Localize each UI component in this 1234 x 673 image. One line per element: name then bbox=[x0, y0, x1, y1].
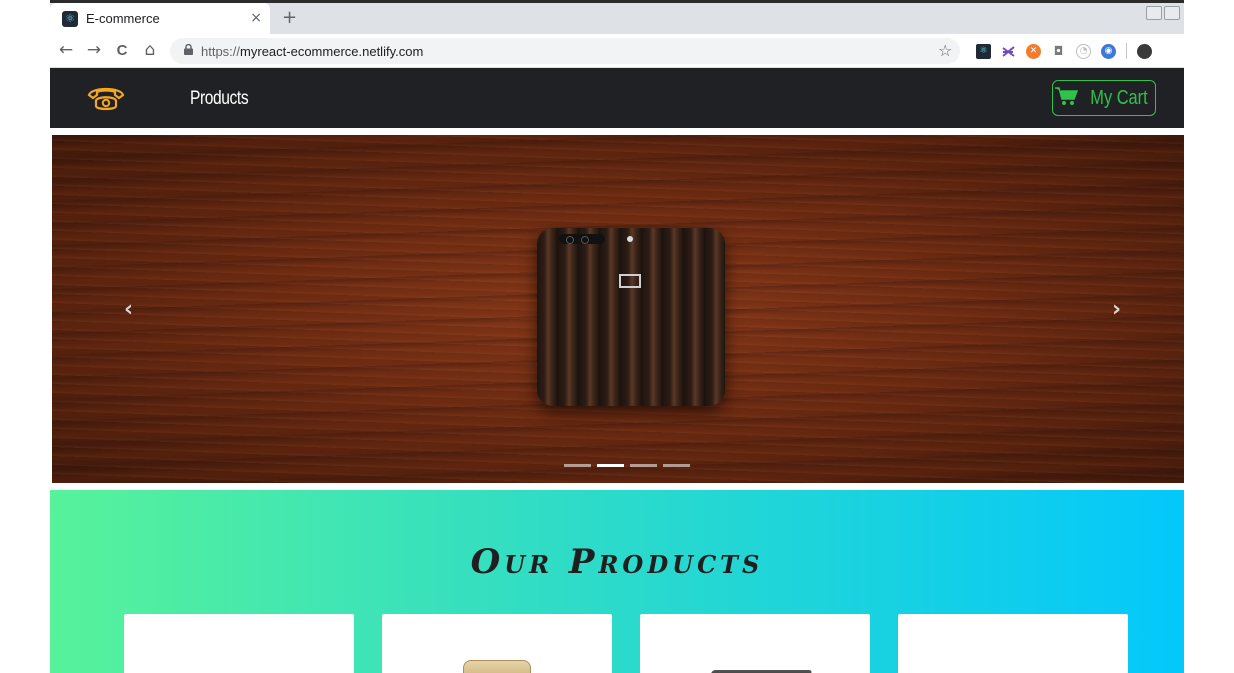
carousel-indicator[interactable] bbox=[630, 464, 657, 467]
tab-strip: ⚛ E-commerce × + bbox=[50, 3, 1184, 34]
browser-window: ⚛ E-commerce × + ← → C ⌂ https://myreact… bbox=[50, 0, 1184, 673]
tab-title: E-commerce bbox=[86, 11, 160, 26]
extensions-bar: ⚛ ✕ ◘ ◔ ◉ bbox=[976, 43, 1152, 59]
extension-orange-icon[interactable]: ✕ bbox=[1026, 43, 1041, 59]
cart-label: My Cart bbox=[1090, 86, 1148, 109]
phone-camera bbox=[559, 234, 605, 244]
reload-icon[interactable]: C bbox=[112, 42, 132, 59]
url-host: myreact-ecommerce.netlify.com bbox=[240, 43, 424, 59]
cart-icon bbox=[1054, 86, 1079, 110]
oneplus-logo-icon bbox=[619, 274, 641, 288]
carousel-indicator[interactable] bbox=[663, 464, 690, 467]
product-card[interactable] bbox=[640, 614, 870, 673]
hero-carousel[interactable]: ‹ › bbox=[52, 135, 1184, 483]
window-controls bbox=[1146, 6, 1180, 20]
react-devtools-icon[interactable]: ⚛ bbox=[976, 43, 991, 59]
browser-tab[interactable]: ⚛ E-commerce × bbox=[50, 3, 270, 34]
profile-avatar[interactable] bbox=[1137, 43, 1152, 59]
address-bar[interactable]: https://myreact-ecommerce.netlify.com bbox=[170, 38, 960, 64]
extension-clock-icon[interactable]: ◔ bbox=[1076, 43, 1091, 59]
my-cart-button[interactable]: My Cart bbox=[1052, 80, 1156, 116]
url-text: https://myreact-ecommerce.netlify.com bbox=[201, 44, 423, 59]
back-icon[interactable]: ← bbox=[56, 40, 76, 60]
carousel-slide-image bbox=[537, 228, 725, 406]
carousel-indicators bbox=[564, 464, 690, 467]
carousel-indicator[interactable] bbox=[564, 464, 591, 467]
url-protocol: https:// bbox=[201, 43, 241, 59]
carousel-next-icon[interactable]: › bbox=[1112, 297, 1121, 322]
product-card[interactable] bbox=[124, 614, 354, 673]
react-favicon-icon: ⚛ bbox=[62, 10, 78, 27]
carousel-indicator-active[interactable] bbox=[597, 464, 624, 467]
extension-blue-icon[interactable]: ◉ bbox=[1101, 43, 1116, 59]
new-tab-icon[interactable]: + bbox=[282, 7, 297, 28]
home-icon[interactable]: ⌂ bbox=[140, 40, 160, 60]
tab-close-icon[interactable]: × bbox=[250, 10, 262, 26]
maximize-button[interactable] bbox=[1164, 6, 1180, 20]
toolbar-divider bbox=[1126, 43, 1127, 59]
nav-link-products[interactable]: Products bbox=[190, 88, 249, 110]
product-card[interactable] bbox=[898, 614, 1128, 673]
browser-toolbar: ← → C ⌂ https://myreact-ecommerce.netlif… bbox=[50, 34, 1184, 68]
redux-devtools-icon[interactable] bbox=[1001, 43, 1016, 59]
bookmark-star-icon[interactable]: ☆ bbox=[938, 41, 952, 60]
product-card[interactable] bbox=[382, 614, 612, 673]
phone-logo-icon[interactable] bbox=[86, 82, 126, 114]
products-title: Our Products bbox=[470, 542, 764, 582]
products-section: Our Products bbox=[50, 490, 1184, 673]
forward-icon[interactable]: → bbox=[84, 40, 104, 60]
phone-flash bbox=[627, 236, 633, 242]
product-image bbox=[463, 660, 531, 673]
site-navbar: Products My Cart bbox=[50, 68, 1184, 128]
camera-icon[interactable]: ◘ bbox=[1051, 43, 1066, 59]
lock-icon bbox=[184, 43, 193, 58]
carousel-prev-icon[interactable]: ‹ bbox=[124, 297, 133, 322]
minimize-button[interactable] bbox=[1146, 6, 1162, 20]
